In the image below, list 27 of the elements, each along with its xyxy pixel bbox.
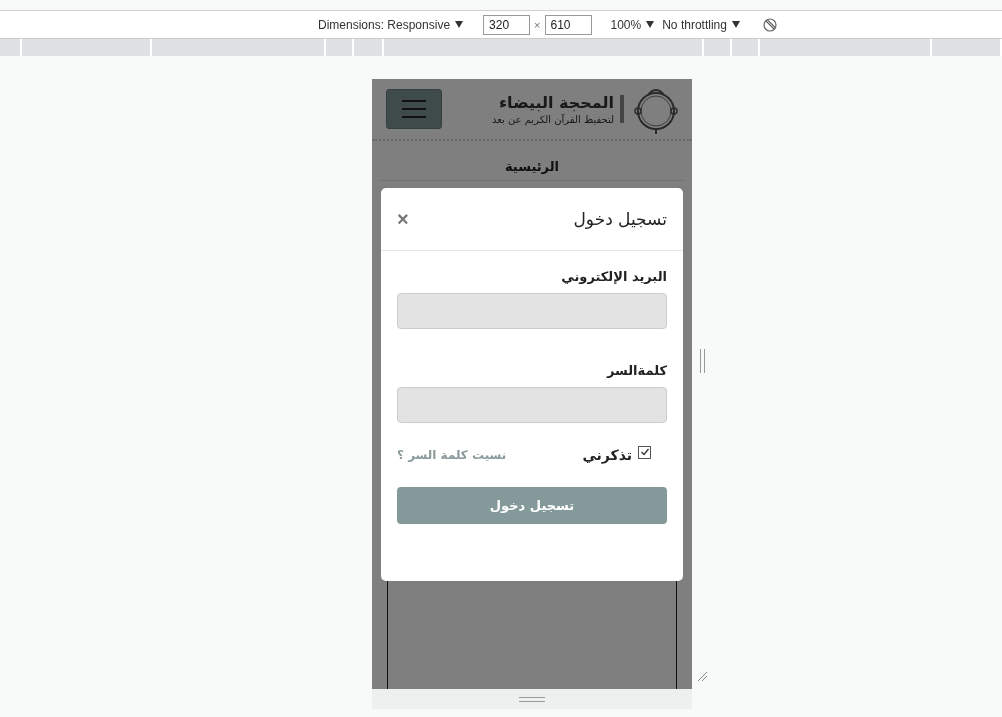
menu-icon [402, 100, 426, 118]
site-subtitle: لتحفيظ القرآن الكريم عن بعد [491, 114, 614, 125]
menu-button[interactable] [386, 89, 442, 129]
caret-icon [731, 21, 740, 28]
resize-handle[interactable] [700, 349, 705, 373]
caret-icon [455, 21, 464, 28]
resize-handle[interactable] [519, 696, 545, 702]
rotate-icon[interactable] [761, 16, 778, 33]
site-title: المحجة البيضاء [498, 93, 614, 112]
close-button[interactable]: × [397, 209, 409, 229]
zoom-dropdown[interactable]: 100% [610, 17, 642, 32]
nav-link[interactable]: الرئيسية [505, 159, 559, 174]
times-sign: × [534, 18, 541, 31]
input-field[interactable] [397, 293, 667, 329]
checkbox-label: تذكرني [582, 447, 632, 463]
input-field[interactable] [397, 387, 667, 423]
dimensions-dropdown[interactable]: Dimensions: Responsive [318, 17, 451, 32]
width-field[interactable]: 320 [483, 14, 531, 35]
field-label: كلمةالسر [606, 363, 667, 378]
dialog-title: تسجيل دخول [573, 209, 667, 229]
caret-icon [646, 21, 655, 28]
height-field[interactable]: 610 [544, 14, 592, 35]
field-label: البريد الإلكتروني [561, 269, 667, 284]
throttling-dropdown[interactable]: No throttling [662, 17, 727, 32]
remember-checkbox[interactable] [638, 445, 651, 459]
divider-bar [620, 95, 624, 123]
corner-resize-icon[interactable] [696, 670, 708, 682]
